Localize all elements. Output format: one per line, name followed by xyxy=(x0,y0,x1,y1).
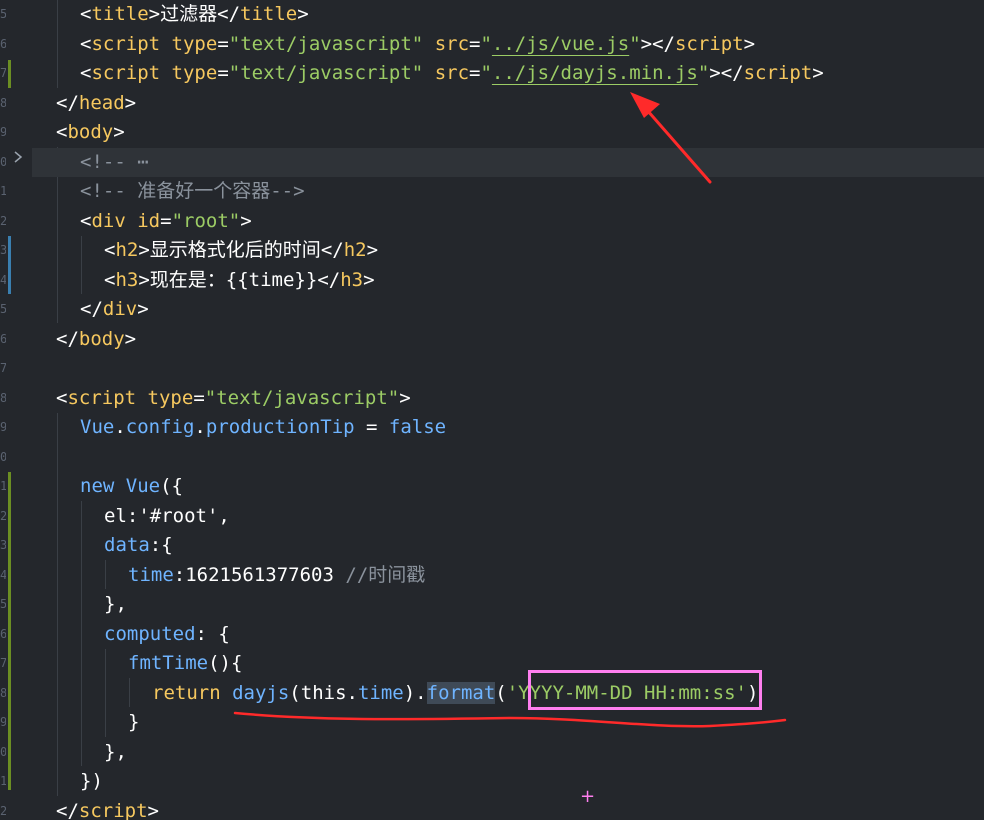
code-line-18[interactable]: el:'#root', xyxy=(32,502,984,532)
format-method-highlight: format xyxy=(426,681,496,704)
code-line-28[interactable]: </script> xyxy=(32,797,984,820)
code-line-26[interactable]: }, xyxy=(32,738,984,768)
code-line-8[interactable]: <div id="root"> xyxy=(32,207,984,237)
code-line-9[interactable]: <h2>显示格式化后的时间</h2> xyxy=(32,236,984,266)
code-line-6-folded[interactable]: <!-- ⋯ xyxy=(32,147,984,177)
code-line-2[interactable]: <script type="text/javascript" src="../j… xyxy=(32,30,984,60)
line-number: 7 xyxy=(0,361,6,375)
title-text: 过滤器 xyxy=(160,3,218,25)
line-number: 2 xyxy=(0,508,6,523)
code-line-17[interactable]: new Vue({ xyxy=(32,472,984,502)
git-modified-bar xyxy=(8,236,11,294)
line-number: 6 xyxy=(0,36,6,51)
line-number: 0 xyxy=(0,744,6,759)
line-number: 7 xyxy=(0,656,6,670)
line-number: 5 xyxy=(0,302,6,316)
line-number: 6 xyxy=(0,626,6,641)
code-line-27[interactable]: }) xyxy=(32,767,984,797)
line-number: 5 xyxy=(0,597,6,611)
code-line-5[interactable]: <body> xyxy=(32,118,984,148)
code-line-7[interactable]: <!-- 准备好一个容器--> xyxy=(32,177,984,207)
line-number: 3 xyxy=(0,243,6,257)
code-line-19[interactable]: data:{ xyxy=(32,531,984,561)
line-number: 9 xyxy=(0,715,6,729)
line-number: 1 xyxy=(0,184,6,198)
code-line-4[interactable]: </head> xyxy=(32,89,984,119)
code-line-24[interactable]: return dayjs(this.time).format('YYYY-MM-… xyxy=(32,679,984,709)
line-number: 4 xyxy=(0,272,6,287)
vue-js-path: ../js/vue.js xyxy=(491,32,630,55)
line-number: 3 xyxy=(0,538,6,552)
code-line-10[interactable]: <h3>现在是：{{time}}</h3> xyxy=(32,266,984,296)
line-number: 5 xyxy=(0,7,6,21)
chevron-right-icon[interactable] xyxy=(13,150,23,168)
code-line-20[interactable]: time:1621561377603 //时间戳 xyxy=(32,561,984,591)
git-modified-bar xyxy=(8,60,11,88)
line-number: 0 xyxy=(0,449,6,464)
code-line-21[interactable]: }, xyxy=(32,590,984,620)
line-number: 8 xyxy=(0,390,6,405)
line-number: 7 xyxy=(0,66,6,80)
line-number: 6 xyxy=(0,331,6,346)
code-line-22[interactable]: computed: { xyxy=(32,620,984,650)
code-line-23[interactable]: fmtTime(){ xyxy=(32,649,984,679)
code-line-14[interactable]: <script type="text/javascript"> xyxy=(32,384,984,414)
code-line-25[interactable]: } xyxy=(32,708,984,738)
line-number: 4 xyxy=(0,567,6,582)
line-number: 9 xyxy=(0,420,6,434)
line-number: 1 xyxy=(0,774,6,788)
line-number: 2 xyxy=(0,213,6,228)
line-number: 8 xyxy=(0,95,6,110)
line-number: 9 xyxy=(0,125,6,139)
line-number: 0 xyxy=(0,154,6,169)
line-number: 1 xyxy=(0,479,6,493)
format-pattern-string: YYYY-MM-DD HH:mm:ss xyxy=(518,681,736,704)
code-line-11[interactable]: </div> xyxy=(32,295,984,325)
line-number: 8 xyxy=(0,685,6,700)
code-line-12[interactable]: </body> xyxy=(32,325,984,355)
line-number: 2 xyxy=(0,803,6,818)
git-added-bar xyxy=(8,472,11,790)
code-line-1[interactable]: <title>过滤器</title> xyxy=(32,0,984,30)
dayjs-path: ../js/dayjs.min.js xyxy=(491,62,698,84)
code-line-3[interactable]: <script type="text/javascript" src="../j… xyxy=(32,59,984,89)
code-line-15[interactable]: Vue.config.productionTip = false xyxy=(32,413,984,443)
